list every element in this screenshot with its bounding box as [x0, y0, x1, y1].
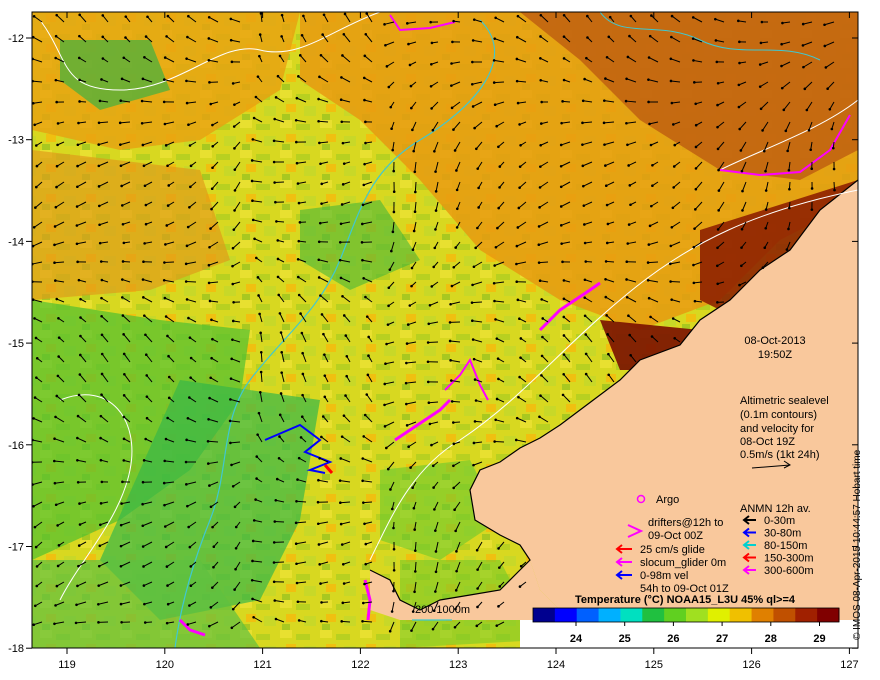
legend-argo: Argo	[656, 494, 679, 506]
velocity-arrow	[471, 301, 483, 304]
colorbar-segment	[554, 608, 578, 622]
colorbar-segment	[773, 608, 796, 622]
x-tick-label: 124	[547, 659, 565, 671]
y-tick-label: -16	[8, 440, 24, 452]
y-tick-label: -15	[8, 338, 24, 350]
colorbar-segment	[707, 608, 731, 622]
velocity-arrow	[340, 501, 351, 504]
altimetry-line: 08-Oct 19Z	[740, 436, 795, 448]
velocity-arrow	[428, 341, 439, 343]
credit-label: © IMOS 08-Apr-2015 10:44:57 Hobart time	[852, 449, 863, 640]
legend-glide: 25 cm/s glide	[640, 544, 705, 556]
altimetry-line: (0.1m contours)	[740, 409, 817, 421]
colorbar-tick-label: 25	[619, 633, 631, 645]
velocity-arrow	[494, 81, 505, 84]
velocity-arrow	[539, 261, 549, 264]
legend-drifters: drifters@12h to	[648, 517, 723, 529]
legend-vel: 0-98m vel	[640, 570, 688, 582]
altimetry-line: and velocity for	[740, 423, 814, 435]
colorbar-tick-label: 26	[667, 633, 679, 645]
x-tick-label: 119	[58, 659, 76, 671]
y-tick-label: -14	[8, 236, 24, 248]
colorbar-segment	[576, 608, 600, 622]
legend-drifters-date: 09-Oct 00Z	[648, 530, 703, 542]
colorbar-segment	[817, 608, 840, 622]
y-tick-label: -12	[8, 33, 24, 45]
x-tick-label: 122	[351, 659, 369, 671]
x-tick-label: 123	[449, 659, 467, 671]
colorbar-segment	[795, 608, 818, 622]
depth-contour-label: 200 1000m	[415, 604, 470, 616]
velocity-arrow	[296, 500, 307, 503]
sst-image	[32, 12, 858, 648]
anmn-label: 80-150m	[764, 540, 807, 552]
colorbar-segment	[533, 608, 556, 622]
x-tick-label: 126	[742, 659, 760, 671]
colorbar-tick-label: 28	[765, 633, 777, 645]
y-tick-label: -18	[8, 643, 24, 655]
velocity-arrow	[414, 181, 417, 193]
x-tick-label: 121	[253, 659, 271, 671]
anmn-label: 150-300m	[764, 553, 814, 565]
colorbar-tick-label: 27	[716, 633, 728, 645]
colorbar-segment	[729, 608, 753, 622]
anmn-label: 300-600m	[764, 565, 814, 577]
anmn-label: 30-80m	[764, 528, 801, 540]
altimetry-line: Altimetric sealevel	[740, 395, 829, 407]
x-tick-label: 120	[156, 659, 174, 671]
colorbar	[533, 608, 840, 622]
colorbar-tick-label: 29	[813, 633, 825, 645]
legend-slocum: slocum_glider 0m	[640, 557, 726, 569]
velocity-arrow	[164, 261, 175, 264]
colorbar-segment	[686, 608, 709, 622]
colorbar-segment	[664, 608, 687, 622]
velocity-arrow	[363, 501, 373, 504]
y-tick-label: -17	[8, 542, 24, 554]
colorbar-title: Temperature (°C) NOAA15_L3U 45% ql>=4	[575, 594, 796, 606]
x-tick-label: 125	[645, 659, 663, 671]
altimetry-line: 0.5m/s (1kt 24h)	[740, 449, 819, 461]
anmn-label: 0-30m	[764, 515, 795, 527]
y-tick-label: -13	[8, 135, 24, 147]
velocity-arrow	[648, 261, 659, 264]
colorbar-segment	[598, 608, 621, 622]
anmn-title: ANMN 12h av.	[740, 503, 811, 515]
colorbar-segment	[620, 608, 643, 622]
velocity-arrow	[186, 280, 197, 283]
date-label: 08-Oct-2013	[744, 335, 805, 347]
time-label: 19:50Z	[758, 349, 793, 361]
colorbar-segment	[642, 608, 665, 622]
velocity-arrow	[274, 181, 285, 184]
colorbar-segment	[751, 608, 774, 622]
x-tick-label: 127	[840, 659, 858, 671]
velocity-arrow	[414, 561, 417, 572]
sst-map-figure: 119 120 121 122 123 124 125 126 127 -12 -13 -14 -15…	[8, 11, 859, 671]
colorbar-tick-label: 24	[570, 633, 583, 645]
